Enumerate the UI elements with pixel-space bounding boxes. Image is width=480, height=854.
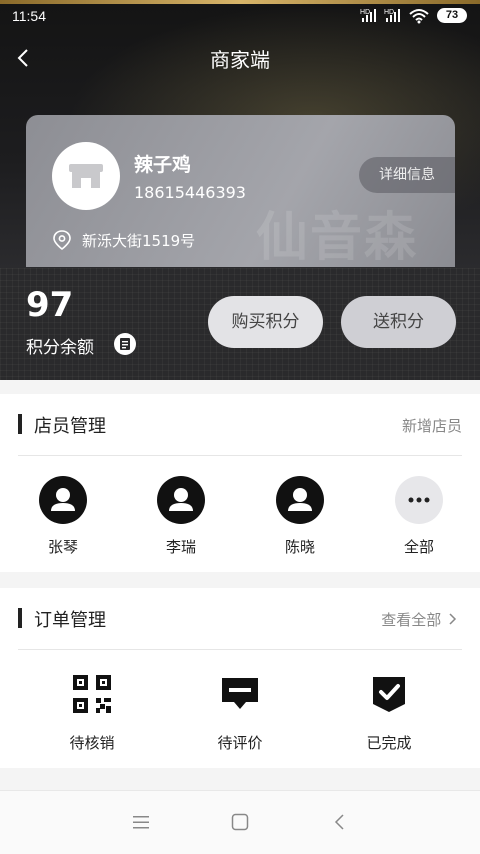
- order-pending-verify[interactable]: 待核销: [42, 674, 142, 753]
- back-icon[interactable]: [332, 812, 348, 832]
- order-label: 待核销: [69, 734, 115, 752]
- order-label: 待评价: [217, 734, 263, 752]
- buy-points-button[interactable]: 购买积分: [208, 296, 323, 348]
- view-all-orders-link[interactable]: 查看全部: [381, 609, 458, 630]
- all-staff-label: 全部: [403, 538, 434, 556]
- add-staff-link[interactable]: 新增店员: [402, 415, 462, 436]
- section-marker: [18, 414, 22, 434]
- points-detail-icon[interactable]: [114, 333, 136, 355]
- staff-member-1[interactable]: 张琴: [23, 476, 103, 557]
- qr-code-icon: [73, 675, 111, 713]
- page-title: 商家端: [210, 48, 270, 72]
- comment-icon: [222, 678, 258, 709]
- top-accent-bar: [0, 0, 480, 4]
- staff-name: 张琴: [47, 538, 78, 556]
- merchant-header: 11:54 HD HD 73 商家端 仙音森 辣子鸡 18615446393 新…: [0, 0, 480, 380]
- home-square-icon[interactable]: [230, 812, 250, 832]
- system-navigation-bar: [0, 790, 480, 854]
- staff-management-section: 店员管理 新增店员 张琴 李瑞 陈晓 全部: [0, 394, 480, 572]
- person-icon: [157, 476, 205, 524]
- view-all-label: 查看全部: [381, 611, 442, 629]
- order-section-title: 订单管理: [34, 610, 106, 631]
- points-balance-label: 积分余额: [26, 338, 94, 358]
- shop-avatar: [52, 142, 120, 210]
- location-pin-icon: [53, 230, 71, 251]
- store-icon: [69, 164, 103, 188]
- section-divider: [18, 649, 462, 650]
- staff-section-title: 店员管理: [34, 416, 106, 437]
- svg-text:HD: HD: [384, 9, 394, 16]
- section-divider: [18, 455, 462, 456]
- card-watermark: 仙音森: [256, 208, 419, 267]
- badge-check-icon: [373, 677, 405, 712]
- shop-card: 仙音森 辣子鸡 18615446393 新泺大街1519号 详细信息: [26, 115, 455, 267]
- order-pending-review[interactable]: 待评价: [190, 674, 290, 753]
- section-marker: [18, 608, 22, 628]
- person-icon: [39, 476, 87, 524]
- more-icon: [395, 476, 443, 524]
- detail-info-button[interactable]: 详细信息: [359, 157, 455, 193]
- points-balance-value: 97: [26, 285, 74, 325]
- order-management-section: 订单管理 查看全部 待核销 待评价 已完成: [0, 588, 480, 768]
- shop-name: 辣子鸡: [134, 154, 192, 176]
- menu-icon[interactable]: [131, 813, 151, 831]
- staff-member-2[interactable]: 李瑞: [141, 476, 221, 557]
- staff-member-3[interactable]: 陈晓: [260, 476, 340, 557]
- staff-name: 李瑞: [165, 538, 196, 556]
- svg-text:HD: HD: [360, 9, 370, 16]
- chevron-right-icon: [449, 613, 457, 625]
- person-icon: [276, 476, 324, 524]
- status-time: 11:54: [12, 8, 46, 24]
- staff-name: 陈晓: [284, 538, 315, 556]
- order-label: 已完成: [366, 734, 412, 752]
- shop-address: 新泺大街1519号: [82, 232, 196, 250]
- order-completed[interactable]: 已完成: [339, 674, 439, 753]
- all-staff-button[interactable]: 全部: [379, 476, 459, 557]
- shop-phone: 18615446393: [134, 183, 246, 202]
- send-points-button[interactable]: 送积分: [341, 296, 456, 348]
- battery-indicator: 73: [437, 8, 467, 23]
